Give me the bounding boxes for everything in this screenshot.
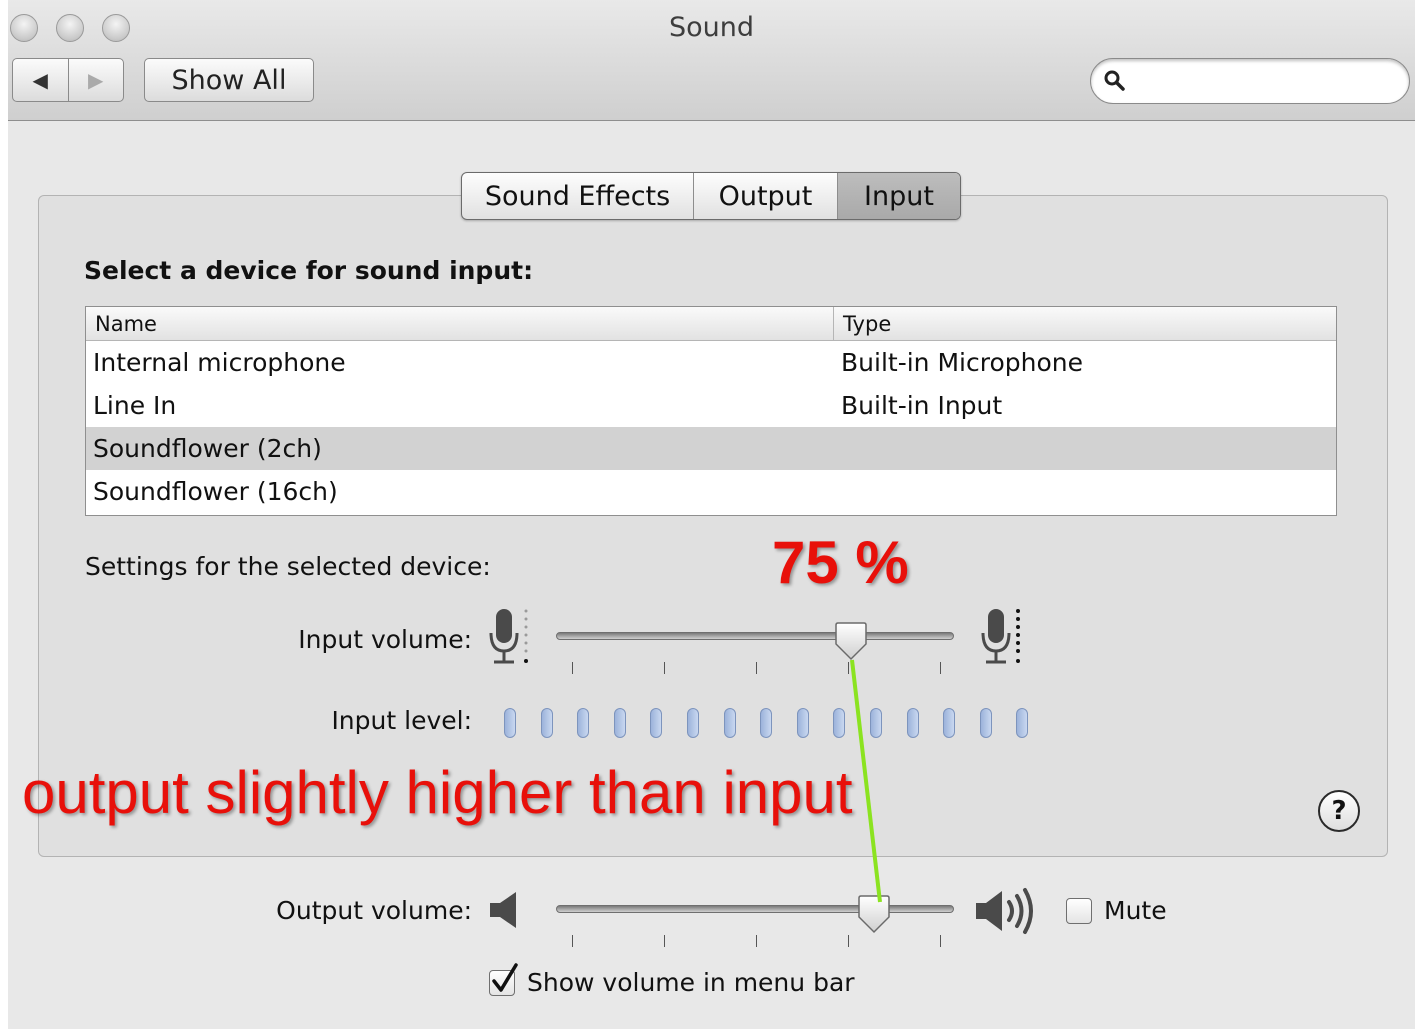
annotation-connector-line bbox=[850, 659, 882, 903]
annotation-overlay bbox=[850, 659, 882, 903]
